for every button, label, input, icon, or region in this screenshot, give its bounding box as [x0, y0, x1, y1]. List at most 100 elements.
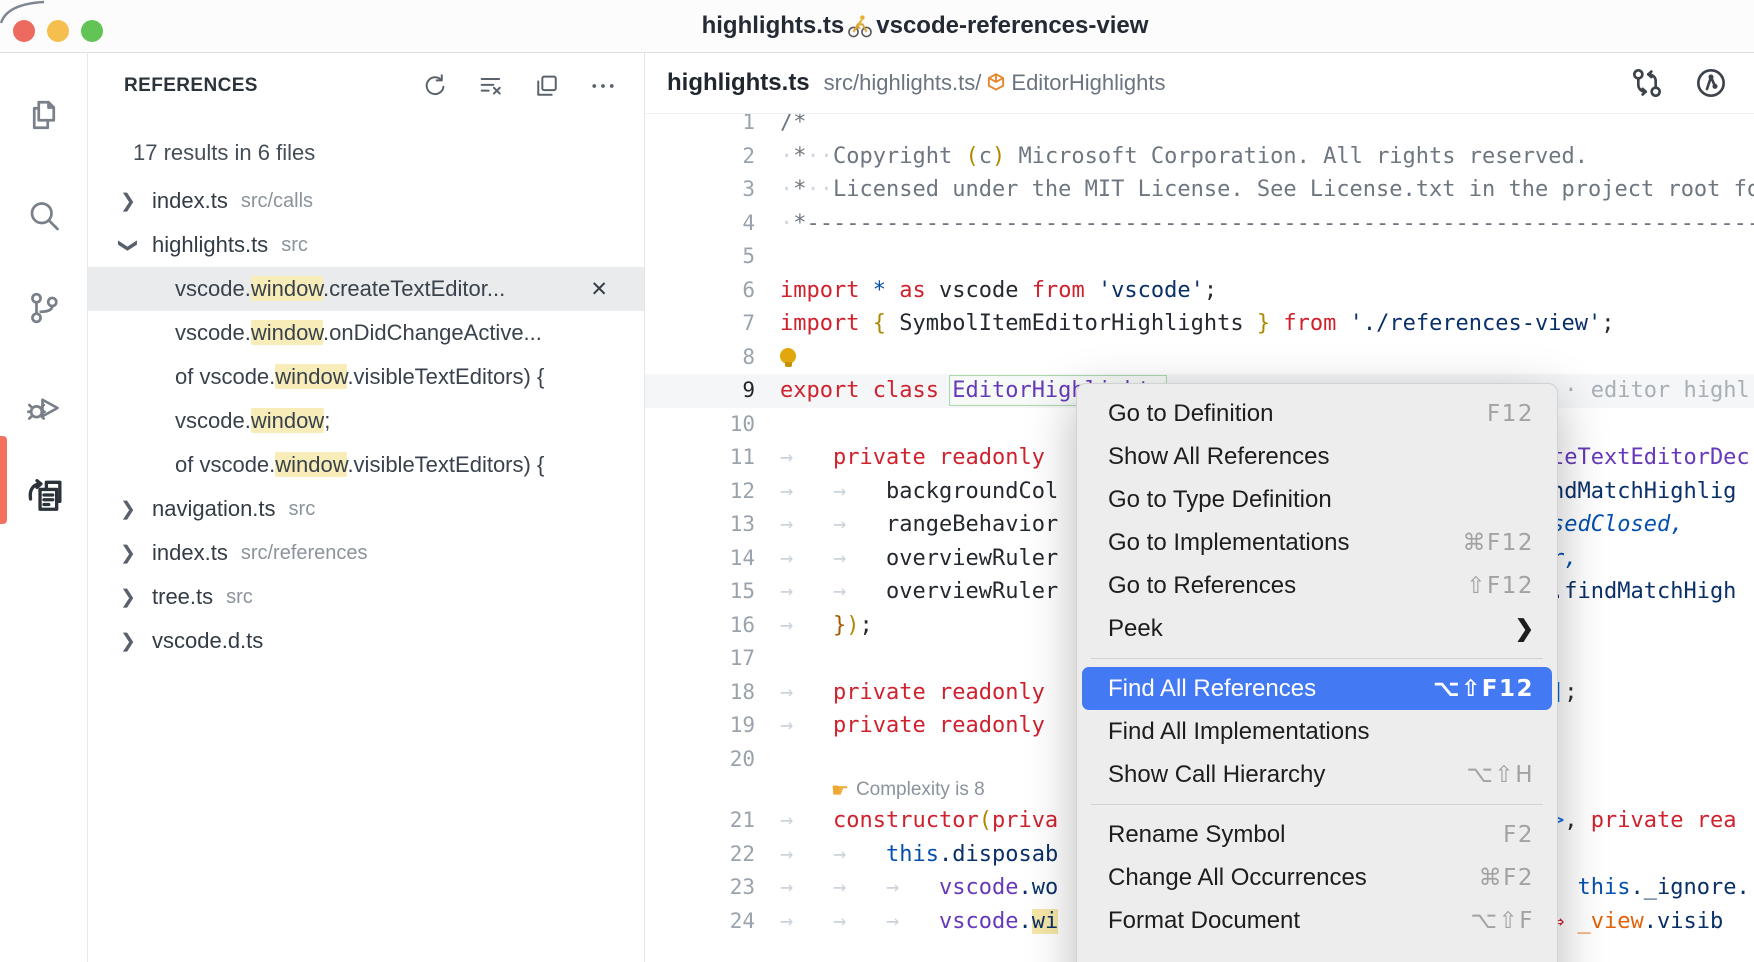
- code-token: this: [1578, 875, 1631, 900]
- code-line[interactable]: 3·*··Licensed under the MIT License. See…: [645, 173, 1754, 207]
- code-line[interactable]: 4·*-------------------------------------…: [645, 207, 1754, 241]
- activity-bar: [0, 53, 88, 962]
- line-number: 6: [645, 274, 755, 308]
- menu-shortcut: F12: [1487, 401, 1534, 427]
- menu-item-format-document[interactable]: Format Document⌥⇧F: [1082, 899, 1552, 942]
- menu-item-label: Go to Implementations: [1108, 529, 1349, 557]
- clear-results-icon[interactable]: [476, 71, 506, 101]
- code-token: private: [833, 445, 926, 470]
- reference-file-row[interactable]: ❯index.tssrc/references: [88, 531, 644, 575]
- menu-item-show-all-references[interactable]: Show All References: [1082, 435, 1552, 478]
- breadcrumb-file[interactable]: highlights.ts: [667, 69, 810, 97]
- code-token: .: [1018, 909, 1031, 934]
- code-text: import { SymbolItemEditorHighlights } fr…: [780, 307, 1615, 341]
- reference-result-row[interactable]: of vscode.window.visibleTextEditors) {: [88, 443, 644, 487]
- refresh-icon[interactable]: [420, 71, 450, 101]
- minimize-window-button[interactable]: [47, 20, 69, 42]
- chevron-icon[interactable]: ❯: [116, 586, 140, 609]
- code-token: (: [979, 808, 992, 833]
- menu-item-go-to-implementations[interactable]: Go to Implementations⌘F12: [1082, 521, 1552, 564]
- reference-result-row[interactable]: vscode.window.createTextEditor...✕: [88, 267, 644, 311]
- code-token: rangeBehavior: [886, 512, 1058, 537]
- code-line[interactable]: 8: [645, 341, 1754, 375]
- menu-item-change-all-occurrences[interactable]: Change All Occurrences⌘F2: [1082, 856, 1552, 899]
- line-number: 23: [645, 871, 755, 905]
- menu-item-show-call-hierarchy[interactable]: Show Call Hierarchy⌥⇧H: [1082, 753, 1552, 796]
- activity-search[interactable]: [0, 191, 87, 243]
- breadcrumb-symbol[interactable]: EditorHighlights: [1011, 70, 1165, 96]
- code-text: →});: [780, 609, 873, 643]
- menu-item-find-all-implementations[interactable]: Find All Implementations: [1082, 710, 1552, 753]
- menu-item-go-to-definition[interactable]: Go to Definition F12: [1082, 392, 1552, 435]
- code-text: ·*··Copyright (c) Microsoft Corporation.…: [780, 140, 1588, 174]
- activity-source-control[interactable]: [0, 282, 87, 334]
- code-token: ndMatchHighlig: [1551, 479, 1736, 504]
- chevron-icon[interactable]: ❯: [116, 542, 140, 565]
- activity-explorer[interactable]: [0, 89, 87, 141]
- line-number: 14: [645, 542, 755, 576]
- breadcrumb-path[interactable]: src/highlights.ts/: [824, 70, 982, 96]
- dismiss-reference-button[interactable]: ✕: [590, 277, 608, 302]
- code-token: private: [833, 680, 926, 705]
- activity-references-view[interactable]: [0, 469, 87, 521]
- line-number: 20: [645, 743, 755, 777]
- code-token: [1045, 713, 1058, 738]
- menu-item-go-to-type-definition[interactable]: Go to Type Definition: [1082, 478, 1552, 521]
- collapse-all-icon[interactable]: [532, 71, 562, 101]
- activity-run-debug[interactable]: [0, 382, 87, 434]
- menu-item-label: Go to Type Definition: [1108, 486, 1332, 514]
- code-text: →→rangeBehavior: [780, 508, 1058, 542]
- result-text: of vscode.window.visibleTextEditors) {: [175, 452, 544, 478]
- more-actions-icon[interactable]: [588, 71, 618, 101]
- code-text: ·*--------------------------------------…: [780, 207, 1754, 241]
- zoom-window-button[interactable]: [81, 20, 103, 42]
- reference-file-row[interactable]: ❯vscode.d.ts: [88, 619, 644, 663]
- result-token: .createTextEditor...: [323, 276, 505, 301]
- cyclist-emoji-icon: [847, 13, 873, 39]
- reference-file-row[interactable]: ❯highlights.tssrc: [88, 223, 644, 267]
- code-line[interactable]: 1/*: [645, 114, 1754, 140]
- timeline-icon[interactable]: [1694, 66, 1728, 100]
- result-text: vscode.window.onDidChangeActive...: [175, 320, 542, 346]
- line-number: 18: [645, 676, 755, 710]
- tab-whitespace-icon: →: [833, 542, 886, 576]
- code-text: /*: [780, 114, 807, 140]
- lightbulb-icon[interactable]: [780, 348, 796, 364]
- code-line[interactable]: 2·*··Copyright (c) Microsoft Corporation…: [645, 140, 1754, 174]
- close-window-button[interactable]: [13, 20, 35, 42]
- chevron-icon[interactable]: ❯: [117, 233, 140, 257]
- code-text: →→→vscode.wo: [780, 871, 1058, 905]
- open-changes-icon[interactable]: [1630, 66, 1664, 100]
- menu-item-rename-symbol[interactable]: Rename SymbolF2: [1082, 813, 1552, 856]
- chevron-icon[interactable]: ❯: [116, 190, 140, 213]
- code-token: .visib: [1644, 909, 1723, 934]
- chevron-icon[interactable]: ❯: [116, 498, 140, 521]
- menu-item-go-to-references[interactable]: Go to References⇧F12: [1082, 564, 1552, 607]
- code-token: import: [780, 278, 859, 303]
- menu-item-label: Go to Definition: [1108, 400, 1273, 428]
- code-line[interactable]: 7import { SymbolItemEditorHighlights } f…: [645, 307, 1754, 341]
- tab-whitespace-icon: →: [780, 676, 833, 710]
- reference-result-row[interactable]: vscode.window.onDidChangeActive...: [88, 311, 644, 355]
- code-text-right: >, private rea: [1551, 804, 1736, 838]
- menu-item-peek[interactable]: Peek❯: [1082, 607, 1552, 650]
- result-token: vscode.: [175, 408, 251, 433]
- code-token: *---------------------------------------…: [793, 211, 1754, 236]
- code-token: [886, 278, 899, 303]
- reference-result-row[interactable]: of vscode.window.visibleTextEditors) {: [88, 355, 644, 399]
- reference-result-row[interactable]: vscode.window;: [88, 399, 644, 443]
- result-token: window: [251, 408, 324, 433]
- reference-file-row[interactable]: ❯tree.tssrc: [88, 575, 644, 619]
- menu-item-find-all-references[interactable]: Find All References⌥⇧F12: [1082, 667, 1552, 710]
- reference-file-row[interactable]: ❯navigation.tssrc: [88, 487, 644, 531]
- code-token: ,: [1564, 808, 1591, 833]
- tab-whitespace-icon: →: [886, 905, 939, 939]
- code-token: ;: [1564, 680, 1577, 705]
- reference-file-row[interactable]: ❯index.tssrc/calls: [88, 179, 644, 223]
- code-line[interactable]: 5: [645, 240, 1754, 274]
- menu-shortcut: ⌥⇧F12: [1433, 676, 1534, 702]
- code-text: ·*··Licensed under the MIT License. See …: [780, 173, 1754, 207]
- code-line[interactable]: 6import * as vscode from 'vscode';: [645, 274, 1754, 308]
- code-token: backgroundCol: [886, 479, 1058, 504]
- chevron-icon[interactable]: ❯: [116, 630, 140, 653]
